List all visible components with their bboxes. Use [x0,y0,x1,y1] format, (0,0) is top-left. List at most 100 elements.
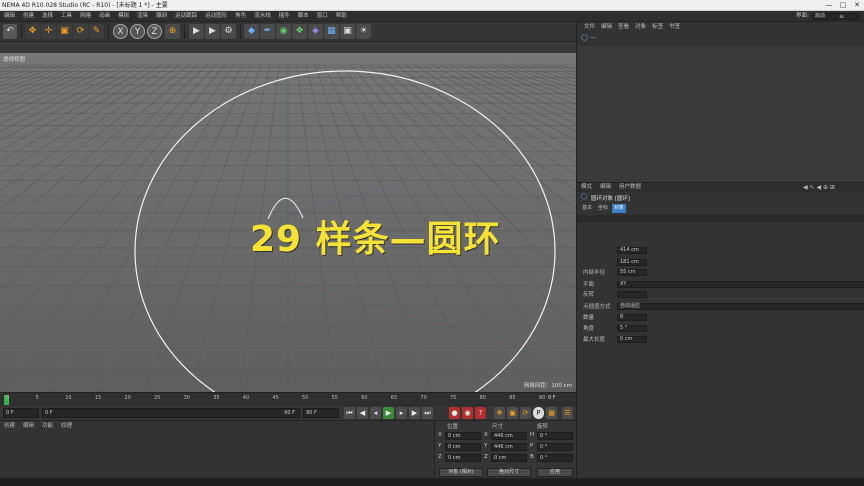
goto-end-icon[interactable]: ⏭ [422,407,433,419]
attribute-field-value[interactable]: 55 cm [617,269,647,276]
attribute-menu-item[interactable]: 编辑 [596,183,615,192]
next-key-icon[interactable]: ▶ [409,407,420,419]
keyframe-selection-icon[interactable]: ? [475,407,486,419]
object-row-circle[interactable]: ◯ — [581,34,621,42]
next-frame-icon[interactable]: ▸ [396,407,407,419]
coords-mode-select[interactable]: 对象 (相对) [439,468,483,477]
material-menu-item[interactable]: 创建 [0,421,19,431]
select-tool-icon[interactable]: ✛ [41,24,56,39]
maximize-button[interactable]: □ [836,0,850,11]
coord-position-field[interactable]: 0 cm [445,443,481,451]
menu-item[interactable]: 网格 [76,11,95,22]
object-list[interactable] [577,46,864,182]
menu-item[interactable]: 雕刻 [152,11,171,22]
coord-size-field[interactable]: 0 cm [491,454,527,462]
menu-item[interactable]: 插件 [275,11,294,22]
menu-item[interactable]: 选择 [38,11,57,22]
pen-icon[interactable]: ✒ [260,24,275,39]
attribute-field-value[interactable]: 8 [617,314,647,321]
menu-item[interactable]: 动画 [95,11,114,22]
attribute-field-value[interactable] [617,291,647,298]
live-select-icon[interactable]: ✎ [89,24,104,39]
x-axis-toggle[interactable]: X [113,24,128,39]
coordinate-system-icon[interactable]: ⊕ [165,24,180,39]
menu-item[interactable]: 运动图形 [201,11,231,22]
coord-size-field[interactable]: 446 cm [491,432,527,440]
subdivision-icon[interactable]: ◉ [276,24,291,39]
prev-frame-icon[interactable]: ◂ [370,407,381,419]
menu-item[interactable]: 角色 [231,11,250,22]
object-menu-item[interactable]: 文件 [581,22,598,32]
menu-item[interactable]: 流水线 [250,11,275,22]
coord-rotation-field[interactable]: 0 ° [537,454,573,462]
menu-item[interactable]: 窗口 [313,11,332,22]
z-axis-toggle[interactable]: Z [147,24,162,39]
close-button[interactable]: ✕ [850,0,864,11]
render-view-icon[interactable]: ▶ [189,24,204,39]
coord-rotation-field[interactable]: 0 ° [537,443,573,451]
render-picture-viewer-icon[interactable]: ▶ [205,24,220,39]
tab-coordinates[interactable]: 坐标 [596,204,610,213]
attribute-menu-item[interactable]: 用户数据 [615,183,645,192]
coord-position-field[interactable]: 0 cm [445,432,481,440]
preview-range-field[interactable]: 0 F 90 F [42,408,300,418]
attribute-nav-icons[interactable]: ◀ ↖ ◀ ⊕ ⊞ [803,183,835,192]
start-frame-field[interactable]: 0 F [3,408,39,418]
timeline-window-icon[interactable]: ☰ [562,407,573,419]
attribute-field-value[interactable]: XY [617,281,864,288]
floor-icon[interactable]: ▦ [324,24,339,39]
deformer-icon[interactable]: ◈ [308,24,323,39]
tab-object[interactable]: 对象 [611,204,626,213]
attribute-field-value[interactable]: 自动适应 [617,303,864,310]
timeline-ruler[interactable]: 0 5 10 15 20 25 30 35 40 45 50 55 60 65 70 75 80 85 90 0 F [0,392,576,406]
object-menu-item[interactable]: 标签 [649,22,666,32]
menu-item[interactable]: 编辑 [0,11,19,22]
material-menu-item[interactable]: 纹理 [57,421,76,431]
menu-item[interactable]: 工具 [57,11,76,22]
autokey-icon[interactable]: ◉ [462,407,473,419]
goto-start-icon[interactable]: ⏮ [344,407,355,419]
menu-item[interactable]: 渲染 [133,11,152,22]
render-settings-icon[interactable]: ⚙ [221,24,236,39]
key-rotation-icon[interactable]: ⟳ [520,407,531,419]
y-axis-toggle[interactable]: Y [130,24,145,39]
material-menu-item[interactable]: 功能 [38,421,57,431]
camera-icon[interactable]: ▣ [340,24,355,39]
play-icon[interactable]: ▶ [383,407,394,419]
key-param-icon[interactable]: P [533,407,544,419]
minimize-button[interactable]: — [822,0,836,11]
attribute-field-value[interactable]: 414 cm [617,247,647,254]
record-icon[interactable]: ● [449,407,460,419]
key-pla-icon[interactable]: ▦ [546,407,557,419]
attribute-field-value[interactable]: 0 cm [617,336,647,343]
coord-position-field[interactable]: 0 cm [445,454,481,462]
menu-item[interactable]: 运动跟踪 [171,11,201,22]
object-menu-item[interactable]: 查看 [615,22,632,32]
coords-size-mode-select[interactable]: 绝对尺寸 [487,468,531,477]
object-menu-item[interactable]: 对象 [632,22,649,32]
menu-item[interactable]: 脚本 [294,11,313,22]
end-frame-field[interactable]: 90 F [303,408,339,418]
coords-apply-button[interactable]: 应用 [537,468,573,477]
array-icon[interactable]: ❖ [292,24,307,39]
object-menu-item[interactable]: 书签 [666,22,683,32]
move-tool-icon[interactable]: ✥ [25,24,40,39]
menu-item[interactable]: 帮助 [332,11,351,22]
key-scale-icon[interactable]: ▣ [507,407,518,419]
menu-item[interactable]: 创建 [19,11,38,22]
coord-rotation-field[interactable]: 0 ° [537,432,573,440]
attribute-field-value[interactable]: 5 ° [617,325,647,332]
menu-item[interactable]: 模拟 [114,11,133,22]
rotate-tool-icon[interactable]: ⟳ [73,24,88,39]
cube-icon[interactable]: ◆ [244,24,259,39]
material-menu-item[interactable]: 编辑 [19,421,38,431]
light-icon[interactable]: ☀ [356,24,371,39]
tab-basic[interactable]: 基本 [580,204,594,213]
coord-size-field[interactable]: 446 cm [491,443,527,451]
attribute-field-value[interactable]: 181 cm [617,259,647,266]
object-menu-item[interactable]: 编辑 [598,22,615,32]
object-manager-icons[interactable]: ≡ [839,13,863,20]
key-position-icon[interactable]: ✥ [494,407,505,419]
attribute-menu-item[interactable]: 模式 [577,183,596,192]
scale-tool-icon[interactable]: ▣ [57,24,72,39]
